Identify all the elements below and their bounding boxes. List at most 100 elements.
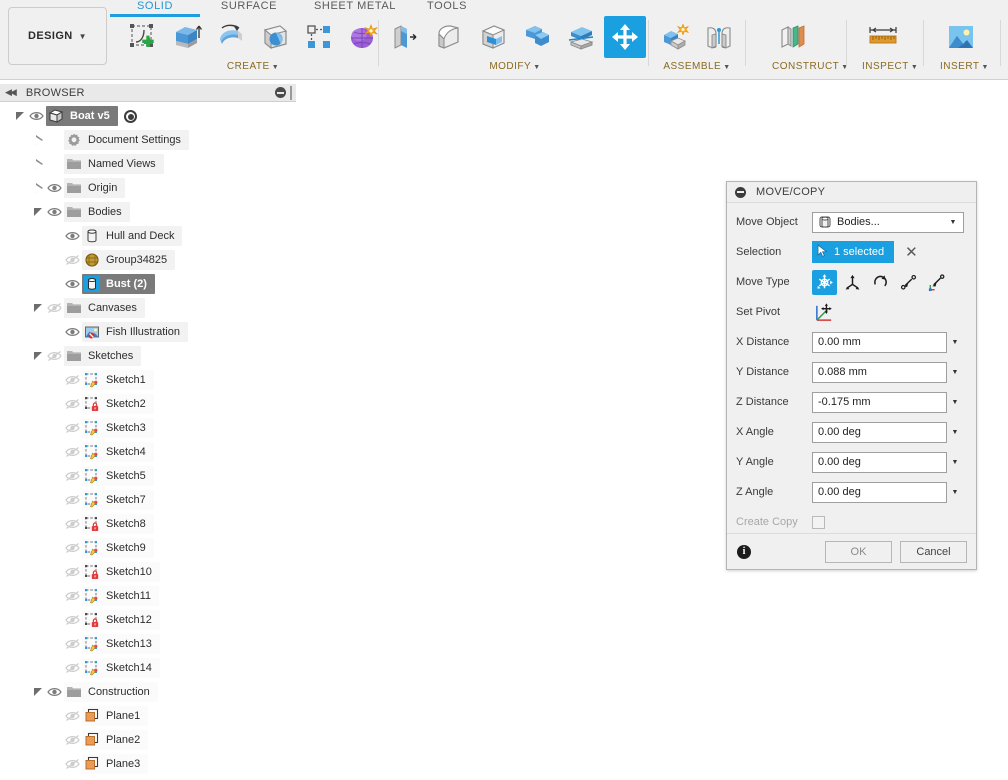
twisty-expand-icon[interactable]	[32, 301, 46, 315]
tree-row-root[interactable]: Boat v5	[0, 104, 296, 128]
tree-item-chip[interactable]: Sketch12	[82, 610, 160, 630]
tree-row-sketch3[interactable]: Sketch3	[0, 416, 296, 440]
field-input[interactable]: -0.175 mm	[812, 391, 947, 413]
combine-icon[interactable]	[516, 16, 558, 58]
extrude-icon[interactable]	[166, 16, 208, 58]
new-component-icon[interactable]	[654, 16, 696, 58]
twisty-expand-icon[interactable]	[32, 349, 46, 363]
cancel-button[interactable]: Cancel	[900, 540, 967, 563]
visibility-eye-icon[interactable]	[46, 181, 64, 195]
measure-icon[interactable]	[862, 16, 904, 58]
tree-item-chip[interactable]: Fish Illustration	[82, 322, 188, 342]
tree-row-sketch14[interactable]: Sketch14	[0, 656, 296, 680]
split-body-icon[interactable]	[560, 16, 602, 58]
tree-item-chip[interactable]: Sketch10	[82, 562, 160, 582]
panel-resize-grip[interactable]	[290, 85, 292, 100]
field-input[interactable]: 0.00 mm	[812, 331, 947, 353]
tree-row-named-views[interactable]: Named Views	[0, 152, 296, 176]
tree-item-chip[interactable]: Construction	[64, 682, 158, 702]
workspace-switcher-button[interactable]: DESIGN ▼	[8, 7, 107, 65]
visibility-eye-icon[interactable]	[64, 325, 82, 339]
visibility-eye-off-icon[interactable]	[64, 517, 82, 531]
tree-item-chip[interactable]: Hull and Deck	[82, 226, 183, 246]
tree-row-sketch8[interactable]: Sketch8	[0, 512, 296, 536]
visibility-eye-off-icon[interactable]	[64, 709, 82, 723]
collapse-left-icon[interactable]: ◀◀	[5, 87, 17, 98]
tree-row-canvases[interactable]: Canvases	[0, 296, 296, 320]
tree-item-chip[interactable]: Bust (2)	[82, 274, 155, 294]
shell-icon[interactable]	[472, 16, 514, 58]
tree-row-plane1[interactable]: Plane1	[0, 704, 296, 728]
minimize-icon[interactable]	[735, 186, 746, 198]
chevron-down-icon[interactable]: ▼	[947, 332, 963, 353]
tree-row-sketch10[interactable]: Sketch10	[0, 560, 296, 584]
selection-button[interactable]: 1 selected	[812, 241, 895, 263]
tree-row-sketch13[interactable]: Sketch13	[0, 632, 296, 656]
create-sketch-icon[interactable]	[122, 16, 164, 58]
tree-item-chip[interactable]: Group34825	[82, 250, 176, 270]
visibility-eye-off-icon[interactable]	[64, 421, 82, 435]
free-move-icon[interactable]	[812, 269, 837, 295]
field-input[interactable]: 0.088 mm	[812, 361, 947, 383]
tree-item-chip[interactable]: Sketch5	[82, 466, 154, 486]
visibility-eye-off-icon[interactable]	[64, 373, 82, 387]
visibility-eye-icon[interactable]	[28, 109, 46, 123]
visibility-eye-off-icon[interactable]	[64, 493, 82, 507]
twisty-expand-icon[interactable]	[32, 205, 46, 219]
twisty-expand-icon[interactable]	[32, 685, 46, 699]
chevron-down-icon[interactable]: ▼	[947, 452, 963, 473]
tree-item-chip[interactable]: Origin	[64, 178, 126, 198]
visibility-eye-off-icon[interactable]	[64, 661, 82, 675]
tree-row-origin[interactable]: Origin	[0, 176, 296, 200]
visibility-eye-off-icon[interactable]	[64, 757, 82, 771]
tree-row-bust-2-[interactable]: Bust (2)	[0, 272, 296, 296]
visibility-eye-off-icon[interactable]	[64, 565, 82, 579]
tree-row-group34825[interactable]: Group34825	[0, 248, 296, 272]
tree-row-sketch7[interactable]: Sketch7	[0, 488, 296, 512]
tree-row-sketch1[interactable]: Sketch1	[0, 368, 296, 392]
translate-axis-icon[interactable]	[840, 270, 865, 295]
activate-component-radio[interactable]	[123, 109, 137, 123]
tree-row-fish-illustration[interactable]: Fish Illustration	[0, 320, 296, 344]
tree-item-chip[interactable]: Sketch14	[82, 658, 160, 678]
visibility-eye-off-icon[interactable]	[64, 541, 82, 555]
tree-item-chip[interactable]: Plane3	[82, 754, 149, 774]
tree-row-sketch12[interactable]: Sketch12	[0, 608, 296, 632]
tree-item-chip[interactable]: Sketch7	[82, 490, 154, 510]
tree-item-chip[interactable]: Sketch8	[82, 514, 154, 534]
tree-row-plane2[interactable]: Plane2	[0, 728, 296, 752]
chevron-down-icon[interactable]: ▼	[947, 422, 963, 443]
tree-item-chip[interactable]: Sketch4	[82, 442, 154, 462]
tab-sheet-metal[interactable]: SHEET METAL	[300, 0, 410, 12]
tree-row-sketch4[interactable]: Sketch4	[0, 440, 296, 464]
tree-item-chip[interactable]: Plane2	[82, 730, 149, 750]
tree-row-document-settings[interactable]: Document Settings	[0, 128, 296, 152]
point-to-point-icon[interactable]	[896, 270, 921, 295]
visibility-eye-off-icon[interactable]	[64, 733, 82, 747]
press-pull-icon[interactable]	[384, 16, 426, 58]
tree-item-chip[interactable]: Sketch9	[82, 538, 154, 558]
visibility-eye-icon[interactable]	[46, 685, 64, 699]
dialog-titlebar[interactable]: MOVE/COPY	[727, 182, 976, 203]
twisty-collapse-icon[interactable]	[32, 133, 46, 147]
twisty-expand-icon[interactable]	[14, 109, 28, 123]
tree-item-chip[interactable]: Sketch1	[82, 370, 154, 390]
tree-row-sketch11[interactable]: Sketch11	[0, 584, 296, 608]
tree-row-sketch9[interactable]: Sketch9	[0, 536, 296, 560]
tree-item-chip[interactable]: Named Views	[64, 154, 164, 174]
pattern-icon[interactable]	[298, 16, 340, 58]
tree-item-chip[interactable]: Sketch3	[82, 418, 154, 438]
info-icon[interactable]: i	[737, 544, 751, 559]
tree-item-chip[interactable]: Sketch11	[82, 586, 160, 606]
tree-item-chip[interactable]: Canvases	[64, 298, 145, 318]
visibility-eye-off-icon[interactable]	[46, 349, 64, 363]
sweep-icon[interactable]	[254, 16, 296, 58]
tree-item-chip[interactable]: Sketches	[64, 346, 142, 366]
fillet-icon[interactable]	[428, 16, 470, 58]
field-input[interactable]: 0.00 deg	[812, 421, 947, 443]
field-input[interactable]: 0.00 deg	[812, 451, 947, 473]
chevron-down-icon[interactable]: ▼	[947, 482, 963, 503]
tree-item-boat-v5[interactable]: Boat v5	[46, 106, 118, 126]
create-copy-checkbox[interactable]	[812, 515, 825, 529]
visibility-eye-off-icon[interactable]	[64, 469, 82, 483]
